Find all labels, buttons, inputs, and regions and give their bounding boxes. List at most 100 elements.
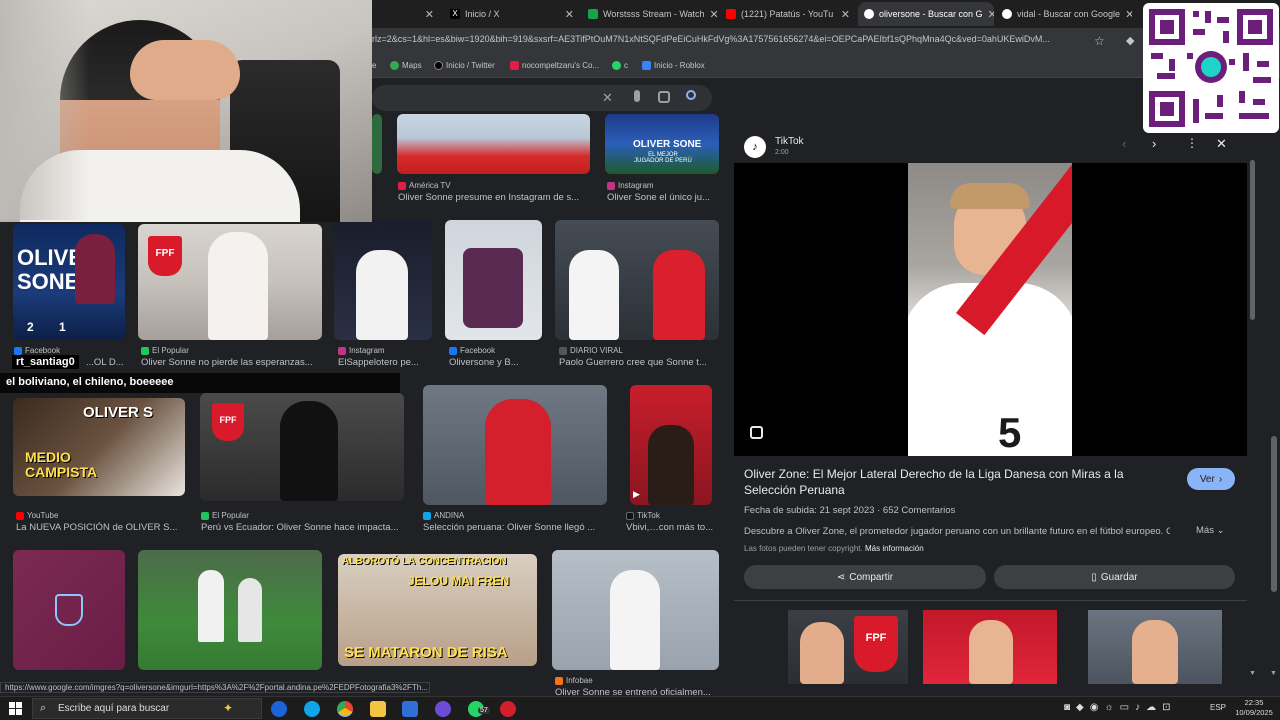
more-button[interactable]: Más ⌄ — [1196, 525, 1225, 536]
system-tray-icons[interactable]: ◙◆◉☼▭♪☁⊡ — [1064, 702, 1176, 713]
result-image[interactable]: ALBOROTÓ LA CONCENTRACION JELOU MAI FREN… — [338, 554, 537, 666]
result-caption[interactable]: Vbivi,…con más to... — [626, 522, 716, 533]
scroll-down-icon[interactable]: ▼ — [1249, 670, 1256, 677]
windows-start-icon[interactable] — [9, 702, 22, 715]
panel-scrollbar[interactable] — [1250, 160, 1255, 320]
close-icon[interactable]: ✕ — [1216, 136, 1227, 152]
tab-vidal-search[interactable]: vidal - Buscar con Google ✕ — [996, 2, 1132, 26]
copilot-icon[interactable] — [271, 701, 287, 717]
streamer-hand — [130, 40, 240, 100]
thumb-text: OLIVER SONE — [633, 139, 702, 150]
tab-inicio-x[interactable]: X Inicio / X ✕ — [444, 2, 580, 26]
bookmark-maps[interactable]: Maps — [390, 61, 422, 70]
player-face — [800, 622, 844, 684]
bookmark-twitter[interactable]: Inicio / Twitter — [434, 61, 495, 70]
result-image[interactable]: OLIVER SONE EL MEJOR JUGADOR DE PERÚ — [605, 114, 719, 174]
result-image[interactable] — [445, 220, 542, 340]
search-input[interactable]: ✕ — [372, 85, 712, 111]
scroll-down-icon[interactable]: ▼ — [1270, 670, 1277, 677]
result-caption[interactable]: ...OL D... — [86, 357, 126, 368]
bookmark-nocompeltzaru[interactable]: nocompeltzaru's Co... — [510, 61, 599, 70]
result-caption[interactable]: Oliver Sone el único ju... — [607, 192, 719, 203]
app-icon[interactable] — [500, 701, 516, 717]
more-options-icon[interactable]: ⋮ — [1186, 136, 1198, 150]
extension-icon[interactable]: ◆ — [1126, 34, 1134, 47]
result-image[interactable] — [423, 385, 607, 505]
bookmark-item[interactable]: e — [372, 61, 376, 70]
lens-icon[interactable] — [658, 91, 670, 103]
result-image[interactable] — [552, 550, 719, 670]
chrome-icon[interactable] — [337, 701, 353, 717]
result-image[interactable] — [397, 114, 590, 174]
microphone-icon[interactable] — [634, 90, 640, 102]
result-image-partial[interactable] — [372, 114, 382, 174]
player-figure — [198, 570, 224, 642]
clock[interactable]: 22:35 10/09/2025 — [1234, 698, 1274, 718]
previous-icon[interactable]: ‹ — [1122, 136, 1126, 151]
panel-title[interactable]: Oliver Zone: El Mejor Lateral Derecho de… — [744, 466, 1164, 498]
save-button[interactable]: ▯ Guardar — [994, 565, 1235, 589]
more-info-link[interactable]: Más información — [865, 544, 924, 553]
result-image[interactable]: OLIVER S MEDIO CAMPISTA — [13, 398, 185, 496]
obs-icon[interactable] — [435, 701, 451, 717]
close-icon[interactable]: ✕ — [565, 8, 574, 21]
related-image[interactable]: FPF — [788, 610, 908, 684]
address-bar-url[interactable]: rlz=2&cs=1&hl=es&biw=1920&bih=919&sxsrf=… — [372, 34, 1082, 44]
clear-search-icon[interactable]: ✕ — [602, 90, 613, 106]
preview-image[interactable]: 5 — [908, 163, 1072, 456]
thumb-text: SE MATARON DE RISA — [344, 644, 508, 661]
edge-icon[interactable] — [304, 701, 320, 717]
fpf-crest-icon: FPF — [212, 403, 244, 441]
result-caption[interactable]: Oliver Sonne no pierde las esperanzas... — [141, 357, 321, 368]
result-image[interactable] — [13, 550, 125, 670]
result-caption[interactable]: Oliver Sonne se entrenó oficialmen... — [555, 687, 719, 695]
result-caption[interactable]: Perú vs Ecuador: Oliver Sonne hace impac… — [201, 522, 405, 533]
related-image[interactable] — [1088, 610, 1222, 684]
result-caption[interactable]: Oliversone y B... — [449, 357, 543, 368]
microsoft-store-icon[interactable] — [402, 701, 418, 717]
andina-icon — [423, 511, 431, 520]
close-icon[interactable]: ✕ — [1125, 8, 1132, 21]
next-icon[interactable]: › — [1152, 136, 1156, 151]
tab-previous[interactable]: ✕ — [380, 2, 440, 26]
close-icon[interactable]: ✕ — [841, 8, 850, 21]
panel-source[interactable]: TikTok — [775, 136, 804, 147]
wall-shade — [0, 0, 90, 220]
lens-search-icon[interactable] — [750, 426, 763, 439]
result-caption[interactable]: Selección peruana: Oliver Sonne llegó ..… — [423, 522, 607, 533]
result-image[interactable] — [138, 550, 322, 670]
result-caption[interactable]: ElSappelotero pe... — [338, 357, 432, 368]
bookmark-whatsapp[interactable]: c — [612, 61, 628, 70]
share-button[interactable]: ⋖ Compartir — [744, 565, 986, 589]
bookmark-roblox[interactable]: Inicio - Roblox — [642, 61, 705, 70]
roblox-icon — [642, 61, 651, 70]
tab-worstsss[interactable]: Worstsss Stream - Watch ✕ — [582, 2, 718, 26]
bookmark-favicon-icon — [510, 61, 519, 70]
page-scrollbar[interactable] — [1271, 436, 1277, 592]
taskbar-search-input[interactable]: ⌕ Escribe aquí para buscar ✦ — [32, 698, 262, 719]
result-image[interactable]: OLIVER SONE 2 1 — [13, 224, 125, 340]
related-image[interactable] — [923, 610, 1057, 684]
search-icon[interactable] — [686, 90, 696, 100]
file-explorer-icon[interactable] — [370, 701, 386, 717]
close-icon[interactable]: ✕ — [710, 8, 718, 21]
preview-image-frame[interactable]: 5 — [734, 163, 1247, 456]
result-image[interactable]: FPF — [200, 393, 404, 501]
result-caption[interactable]: La NUEVA POSICIÓN de OLIVER S... — [16, 522, 186, 533]
view-button[interactable]: Ver › — [1187, 468, 1235, 490]
result-caption[interactable]: Paolo Guerrero cree que Sonne t... — [559, 357, 719, 368]
result-image[interactable]: ▶ — [630, 385, 712, 505]
result-source: El Popular — [141, 346, 189, 355]
tab-oliversone-search[interactable]: oliversone - Buscar con G ✕ — [858, 2, 994, 26]
result-image[interactable] — [334, 220, 432, 340]
tab-youtube[interactable]: (1221) Patatús - YouTu ✕ — [720, 2, 856, 26]
search-icon: ⌕ — [40, 702, 47, 714]
language-indicator[interactable]: ESP — [1210, 703, 1226, 712]
result-image[interactable]: FPF — [138, 224, 322, 340]
result-caption[interactable]: Oliver Sonne presume en Instagram de s..… — [398, 192, 588, 203]
close-icon[interactable]: ✕ — [988, 8, 994, 21]
bookmark-label: nocompeltzaru's Co... — [522, 61, 600, 70]
close-icon[interactable]: ✕ — [425, 8, 434, 21]
bookmark-star-icon[interactable]: ☆ — [1094, 34, 1105, 48]
result-image[interactable] — [555, 220, 719, 340]
